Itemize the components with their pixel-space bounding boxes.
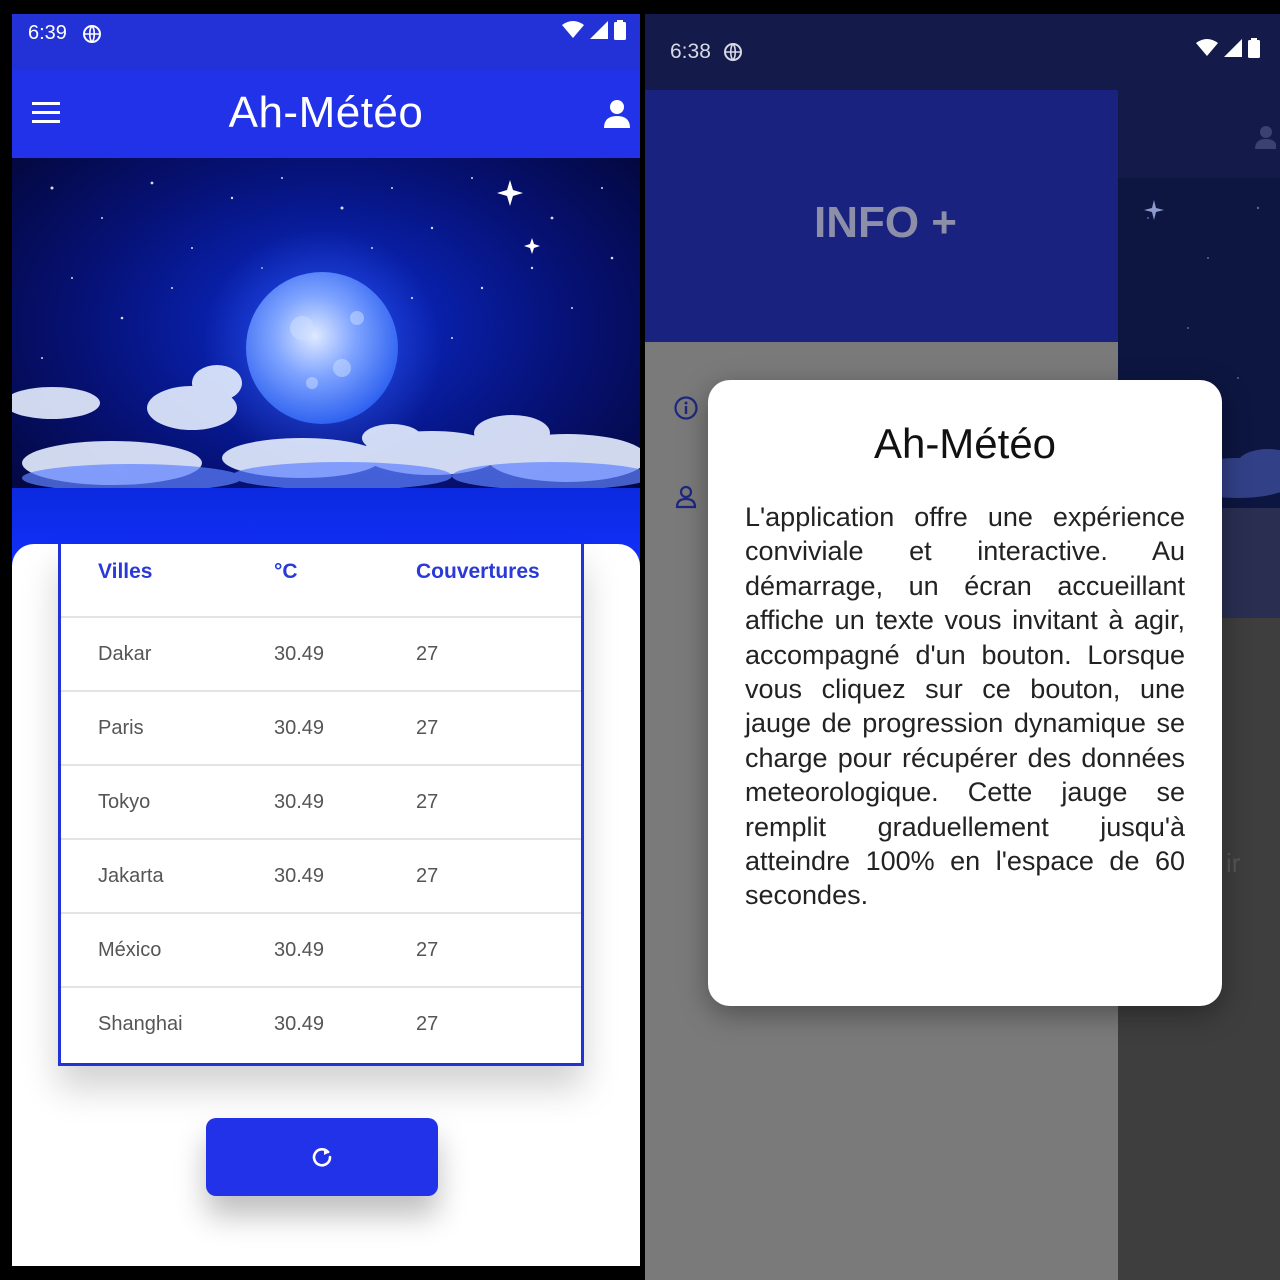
background-app-bar (1118, 90, 1280, 178)
coverage-value: 27 (416, 643, 439, 665)
coverage-value: 27 (416, 865, 439, 887)
refresh-button[interactable] (206, 1118, 438, 1196)
dialog-body-text: L'application offre une expérience convi… (745, 502, 1185, 911)
table-row: Dakar 30.49 27 (61, 618, 581, 692)
coverage-value: 27 (416, 791, 439, 813)
city-name: Jakarta (98, 865, 164, 887)
city-name: Paris (98, 717, 144, 739)
city-name: Shanghai (98, 1013, 183, 1035)
account-icon[interactable] (602, 98, 632, 130)
account-icon (1255, 126, 1276, 149)
person-icon[interactable] (673, 484, 699, 510)
weather-table: Villes °C Couvertures Dakar 30.49 27 Par… (58, 544, 584, 1066)
night-sky-moon-image (12, 158, 640, 578)
table-row: Jakarta 30.49 27 (61, 840, 581, 914)
status-time: 6:39 (28, 22, 67, 44)
refresh-icon (312, 1148, 332, 1167)
drawer-title: INFO + (813, 198, 958, 247)
signal-icon (1224, 39, 1242, 57)
background-text-fragment: ir (1226, 848, 1241, 878)
temperature-value: 30.49 (274, 717, 325, 739)
app-title: Ah-Météo (228, 88, 424, 137)
battery-icon (614, 20, 626, 40)
table-row: México 30.49 27 (61, 914, 581, 988)
vpn-globe-icon (83, 25, 101, 43)
city-name: Tokyo (98, 791, 151, 813)
info-icon[interactable] (673, 395, 699, 421)
signal-icon (590, 21, 608, 39)
battery-icon (1248, 38, 1260, 58)
table-row: Tokyo 30.49 27 (61, 766, 581, 840)
city-name: Dakar (98, 643, 152, 665)
temperature-value: 30.49 (274, 643, 325, 665)
header-coverage: Couvertures (416, 560, 540, 583)
temperature-value: 30.49 (274, 791, 325, 813)
app-bar: Ah-Météo (12, 70, 640, 158)
coverage-value: 27 (416, 717, 439, 739)
header-temperature: °C (274, 560, 298, 583)
vpn-globe-icon (724, 43, 742, 61)
table-header: Villes °C Couvertures (61, 544, 581, 618)
dialog-title: Ah-Météo (873, 420, 1057, 467)
wifi-icon (562, 21, 584, 38)
table-row: Paris 30.49 27 (61, 692, 581, 766)
temperature-value: 30.49 (274, 865, 325, 887)
coverage-value: 27 (416, 939, 439, 961)
header-cities: Villes (98, 560, 153, 583)
temperature-value: 30.49 (274, 1013, 325, 1035)
status-bar: 6:38 (645, 14, 1280, 90)
status-bar: 6:39 (12, 14, 640, 70)
moon (246, 272, 398, 424)
city-name: México (98, 939, 162, 961)
wifi-icon (1196, 39, 1218, 56)
drawer-header: INFO + (645, 90, 1118, 342)
status-time: 6:38 (670, 40, 711, 63)
coverage-value: 27 (416, 1013, 439, 1035)
temperature-value: 30.49 (274, 939, 325, 961)
about-dialog: Ah-Météo L'application offre une expérie… (708, 380, 1222, 1006)
table-row: Shanghai 30.49 27 (61, 988, 581, 1062)
